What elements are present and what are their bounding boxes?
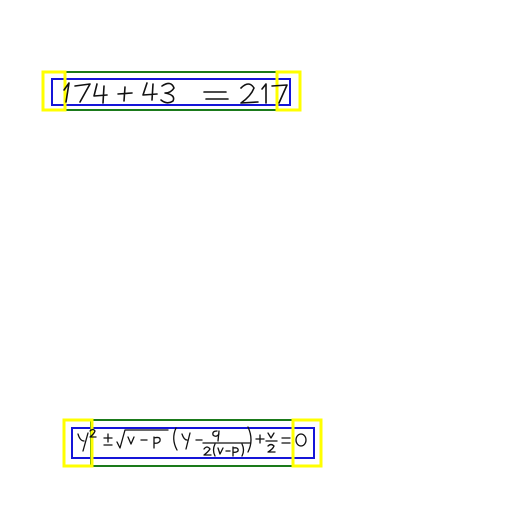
- expression-2-yellow-left-box: [62, 418, 94, 468]
- canvas: 174 + 43 = 217 y² ± √(v − p) (y − q/(2(v…: [0, 0, 512, 512]
- expression-2-handwriting: [77, 426, 307, 457]
- expression-1-handwriting: [63, 82, 288, 104]
- expression-2-group: [62, 418, 323, 468]
- annotation-layer: [41, 70, 323, 468]
- expression-2-blue-box: [71, 427, 315, 459]
- expression-1-group: [41, 70, 302, 112]
